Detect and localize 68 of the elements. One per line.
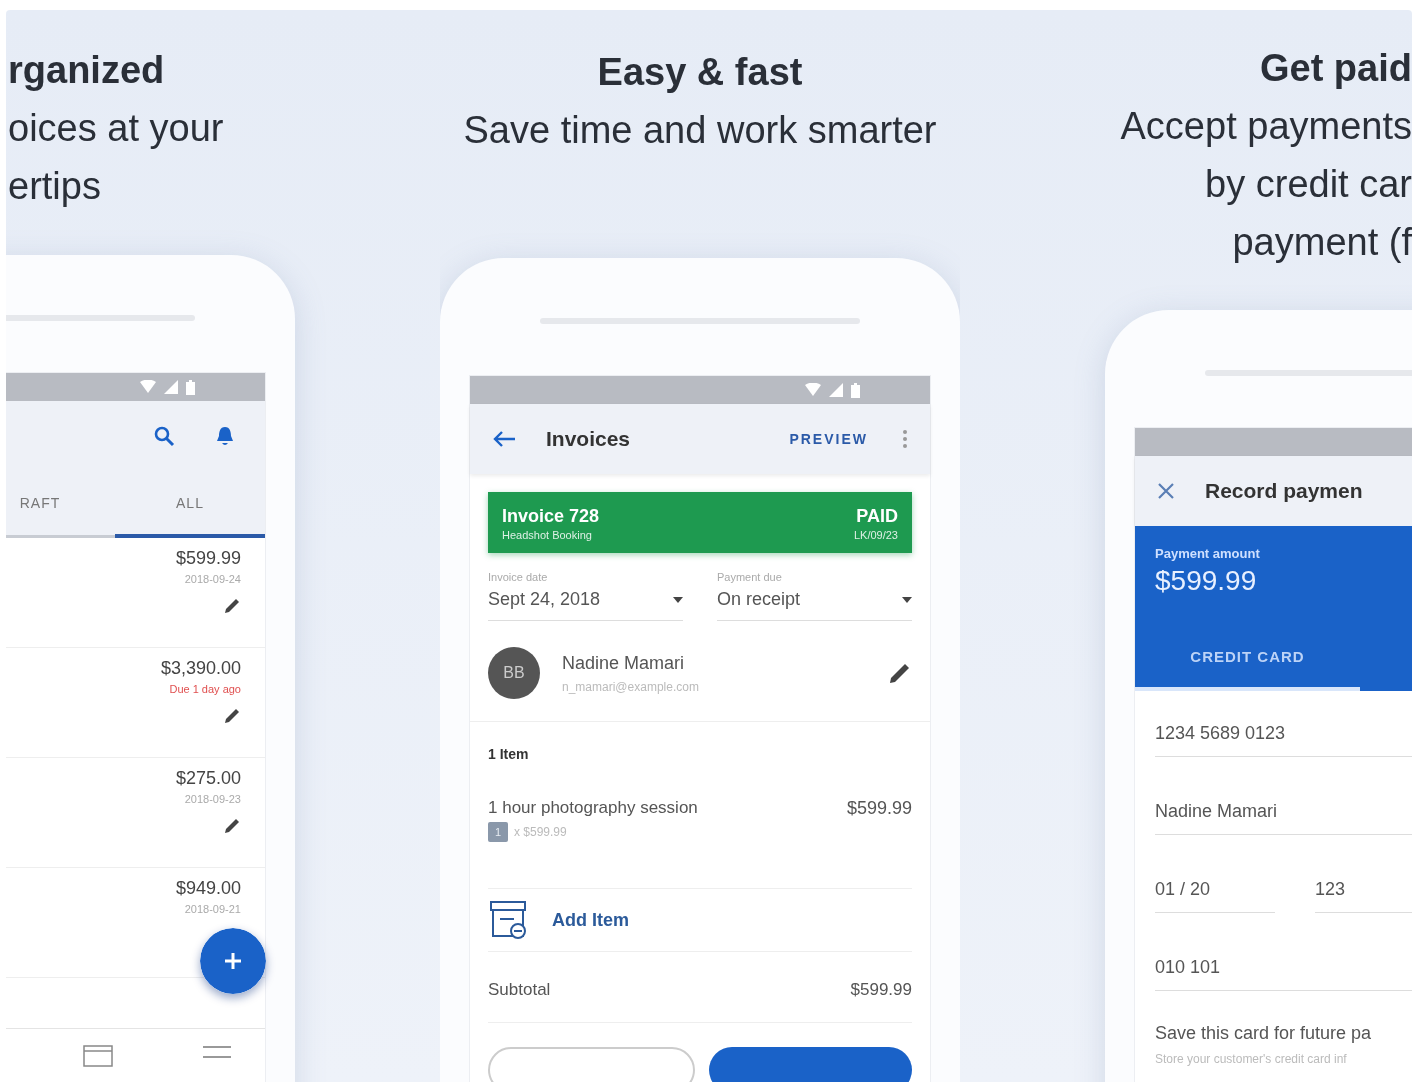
wifi-icon — [140, 380, 156, 394]
headline-text: payment (f — [1231, 220, 1412, 265]
invoice-title: Invoice 728 — [502, 506, 600, 527]
quantity-badge: 1 — [488, 822, 508, 842]
battery-icon — [186, 379, 195, 395]
dropdown-field[interactable]: Invoice date Sept 24, 2018 — [488, 571, 683, 621]
signal-icon — [829, 383, 843, 397]
input-field[interactable]: Nadine Mamari — [1155, 789, 1412, 835]
add-item-button[interactable]: Add Item — [552, 905, 629, 935]
signal-icon — [164, 380, 178, 394]
invoice-subtitle: Headshot Booking — [502, 529, 593, 541]
invoice-reference: LK/09/23 — [853, 529, 898, 541]
input-field[interactable]: 01 / 20 — [1155, 867, 1275, 913]
tab[interactable]: RAFT — [6, 471, 115, 535]
client-email: n_mamari@example.com — [562, 679, 700, 694]
screen-title: Invoices — [546, 427, 632, 451]
headline-text: ertips — [8, 164, 102, 209]
pencil-icon[interactable] — [888, 661, 912, 685]
invoice-amount: $949.00 — [175, 878, 241, 899]
subtotal-label: Subtotal — [488, 980, 551, 1000]
headline-text: oices at your — [8, 106, 225, 151]
save-card-hint: Store your customer's credit card inf — [1155, 1052, 1348, 1066]
item-name: 1 hour photography session — [488, 798, 698, 818]
status-label: PAID — [855, 506, 898, 527]
search-icon[interactable] — [153, 425, 175, 447]
client-name: Nadine Mamari — [562, 652, 686, 674]
pencil-icon — [223, 707, 241, 725]
input-field[interactable]: 010 101 — [1155, 945, 1412, 991]
wifi-icon — [805, 383, 821, 397]
invoice-date: 2018-09-21 — [184, 903, 241, 915]
unit-price: x $599.99 — [514, 825, 567, 839]
subtotal-value: $599.99 — [850, 980, 912, 1000]
pencil-icon — [223, 597, 241, 615]
preview-button[interactable]: PREVIEW — [785, 427, 872, 451]
caret-icon — [673, 596, 683, 603]
save-card-label: Save this card for future pa — [1155, 1023, 1373, 1044]
caret-icon — [902, 596, 912, 603]
primary-button[interactable] — [709, 1047, 912, 1082]
items-heading: 1 Item — [488, 746, 530, 762]
back-arrow-icon[interactable] — [492, 430, 516, 448]
dropdown-field[interactable]: Payment due On receipt — [717, 571, 912, 621]
payment-amount: $599.99 — [1155, 565, 1258, 597]
invoice-amount: $599.99 — [175, 548, 241, 569]
tab[interactable]: ALL — [115, 471, 265, 538]
add-button-icon[interactable] — [200, 928, 266, 994]
payment-label: Payment amount — [1155, 546, 1261, 561]
invoice-date: 2018-09-24 — [184, 573, 241, 585]
input-field[interactable]: 123 — [1315, 867, 1412, 913]
headline-title: Easy & fast — [596, 50, 804, 95]
avatar: BB — [488, 647, 540, 699]
headline-text: Accept payments — [1119, 104, 1412, 149]
invoice-date: 2018-09-23 — [184, 793, 241, 805]
headline-title: rganized — [8, 48, 166, 93]
close-icon[interactable] — [1157, 482, 1175, 500]
input-field[interactable]: 1234 5689 0123 — [1155, 711, 1412, 757]
tab[interactable]: CREDIT CARD — [1135, 628, 1360, 691]
invoice-amount: $275.00 — [175, 768, 241, 789]
pencil-icon — [223, 817, 241, 835]
menu-icon[interactable] — [203, 1045, 231, 1059]
battery-icon — [851, 382, 860, 398]
overdue-note: Due 1 day ago — [169, 683, 241, 695]
invoice-amount: $3,390.00 — [160, 658, 241, 679]
headline-title: Get paid — [1258, 46, 1412, 91]
item-total: $599.99 — [846, 798, 912, 820]
headline-text: Save time and work smarter — [462, 108, 938, 153]
headline-text: by credit car — [1204, 162, 1412, 207]
bell-icon[interactable] — [215, 425, 235, 447]
screen-title: Record paymen — [1205, 479, 1364, 503]
